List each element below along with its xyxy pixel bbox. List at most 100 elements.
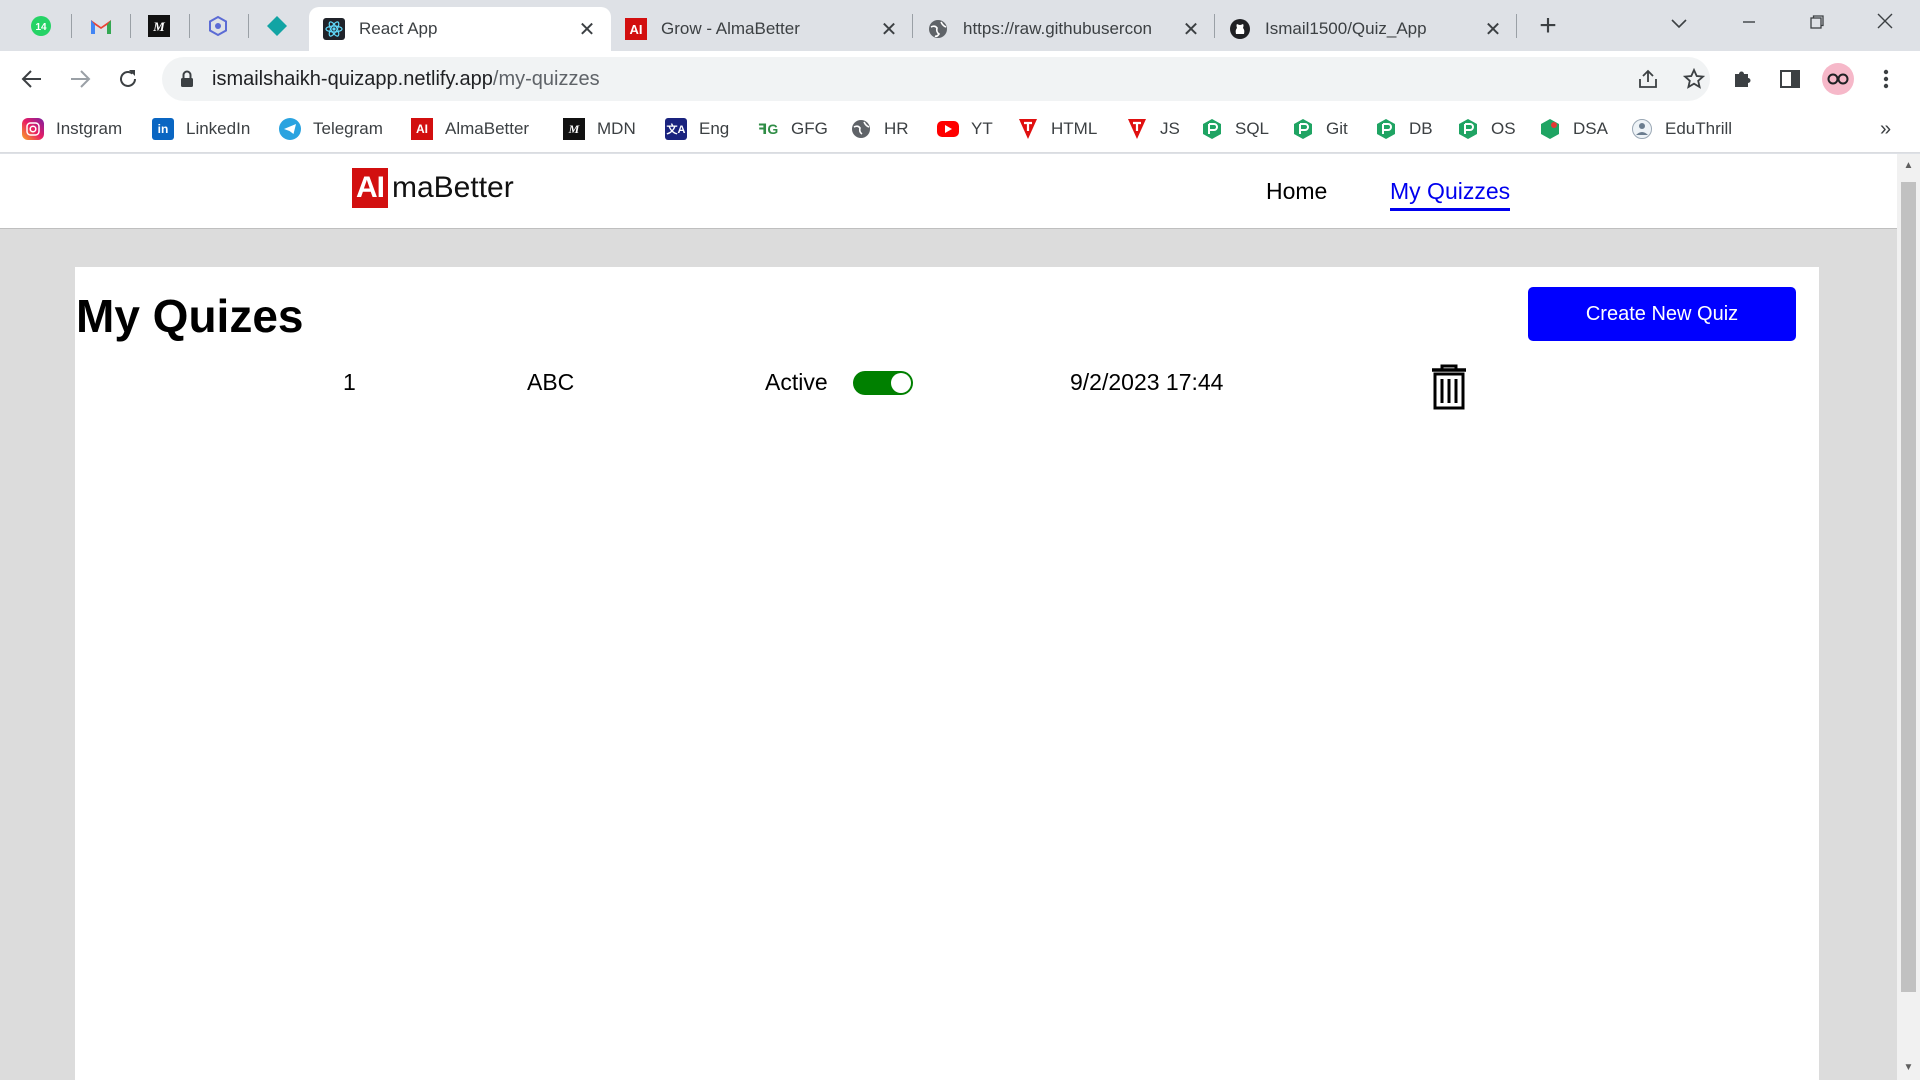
avatar [1822, 63, 1854, 95]
bookmark-mdn[interactable]: M MDN [563, 106, 636, 152]
scroll-up-arrow-icon[interactable]: ▲ [1897, 156, 1920, 176]
close-icon [1877, 13, 1893, 29]
chevron-down-icon [1671, 19, 1687, 29]
bookmark-label: HR [884, 119, 909, 138]
delete-quiz-button[interactable] [1429, 363, 1469, 411]
page-scrollbar[interactable]: ▲ ▼ [1897, 154, 1920, 1080]
tab-raw-github[interactable]: https://raw.githubusercon ✕ [913, 7, 1215, 51]
globe-icon [927, 18, 949, 40]
bookmark-instagram[interactable]: Instgram [22, 106, 122, 152]
bookmark-db[interactable]: DB [1375, 106, 1433, 152]
t-icon [1017, 118, 1039, 140]
bookmark-youtube[interactable]: YT [937, 106, 993, 152]
quiz-row: 1 ABC Active 9/2/2023 17:44 [75, 355, 1819, 415]
bookmark-html[interactable]: HTML [1017, 106, 1097, 152]
bookmarks-overflow-button[interactable]: » [1880, 106, 1891, 152]
bookmark-label: YT [971, 119, 993, 138]
svg-text:AI: AI [630, 22, 643, 37]
globe-icon [850, 118, 872, 140]
tab-react-app[interactable]: React App ✕ [309, 7, 611, 51]
react-devtools-icon [209, 15, 227, 37]
bookmark-label: DB [1409, 119, 1433, 138]
trash-icon [1432, 364, 1466, 410]
browser-toolbar: ismailshaikh-quizapp.netlify.app/my-quiz… [0, 51, 1920, 106]
bookmark-js[interactable]: JS [1126, 106, 1180, 152]
minimize-icon [1743, 21, 1755, 23]
bookmark-eduthrill[interactable]: EduThrill [1631, 106, 1732, 152]
pinned-tab-gmail[interactable] [74, 8, 128, 44]
bookmark-gfg[interactable]: ꟻG GFG [757, 106, 828, 152]
bookmark-hr[interactable]: HR [850, 106, 909, 152]
hex-icon [1292, 118, 1314, 140]
tab-search-button[interactable] [1654, 6, 1704, 40]
nav-my-quizzes-link[interactable]: My Quizzes [1390, 178, 1511, 211]
tab-almabetter[interactable]: AI Grow - AlmaBetter ✕ [611, 7, 913, 51]
browser-menu-button[interactable] [1868, 61, 1904, 97]
quiz-active-toggle[interactable] [853, 371, 913, 395]
bookmark-label: Telegram [313, 119, 383, 138]
lock-icon [181, 70, 193, 87]
side-panel-button[interactable] [1772, 61, 1808, 97]
telegram-icon [279, 118, 301, 140]
back-button[interactable] [14, 61, 50, 97]
bookmark-telegram[interactable]: Telegram [279, 106, 383, 152]
profile-button[interactable] [1820, 61, 1856, 97]
page-title: My Quizes [76, 290, 304, 342]
reload-icon [120, 70, 136, 87]
share-icon [1639, 69, 1657, 88]
app-header: AI maBetter Home My Quizzes [0, 154, 1897, 229]
bookmark-label: AlmaBetter [445, 119, 530, 138]
bookmark-linkedin[interactable]: in LinkedIn [152, 106, 250, 152]
bookmark-os[interactable]: OS [1457, 106, 1516, 152]
translate-icon: 文A [665, 118, 687, 140]
svg-text:14: 14 [35, 22, 47, 33]
bookmark-dsa[interactable]: DSA [1539, 106, 1608, 152]
tab-close-icon[interactable]: ✕ [879, 17, 899, 42]
almabetter-logo[interactable]: AI maBetter [352, 168, 514, 208]
tab-strip: 14 M React App ✕ AI Grow - AlmaBetter ✕ … [0, 0, 1920, 51]
diamond-icon [267, 16, 287, 36]
pinned-tab-medium[interactable]: M [132, 8, 186, 44]
leaf-icon [1539, 118, 1561, 140]
tab-close-icon[interactable]: ✕ [577, 17, 597, 42]
bookmark-star-button[interactable] [1676, 61, 1712, 97]
bookmark-label: JS [1160, 119, 1180, 138]
bookmark-label: LinkedIn [186, 119, 251, 138]
bookmark-eng[interactable]: 文A Eng [665, 106, 729, 152]
forward-button[interactable] [62, 61, 98, 97]
almabetter-icon: AI [411, 118, 433, 140]
extensions-button[interactable] [1724, 61, 1760, 97]
pinned-tab-devtools[interactable] [191, 8, 245, 44]
bookmark-git[interactable]: Git [1292, 106, 1348, 152]
quiz-title: ABC [527, 369, 575, 395]
close-window-button[interactable] [1860, 6, 1910, 40]
bookmark-almabetter[interactable]: AI AlmaBetter [411, 106, 529, 152]
pinned-tab-whatsapp[interactable]: 14 [14, 8, 68, 44]
hex-icon [1201, 118, 1223, 140]
new-tab-button[interactable]: + [1531, 10, 1565, 44]
tab-close-icon[interactable]: ✕ [1181, 17, 1201, 42]
pinned-tab-diamond[interactable] [250, 8, 304, 44]
hex-icon [1375, 118, 1397, 140]
url-text: ismailshaikh-quizapp.netlify.app/my-quiz… [212, 68, 600, 90]
tab-github-repo[interactable]: Ismail1500/Quiz_App ✕ [1215, 7, 1517, 51]
nav-home-link[interactable]: Home [1266, 178, 1327, 205]
t-icon [1126, 118, 1148, 140]
tab-close-icon[interactable]: ✕ [1483, 17, 1503, 42]
bookmark-sql[interactable]: SQL [1201, 106, 1269, 152]
restore-button[interactable] [1792, 6, 1842, 40]
bookmark-label: Instgram [56, 119, 123, 138]
scroll-down-arrow-icon[interactable]: ▼ [1897, 1058, 1920, 1078]
github-icon [1229, 18, 1251, 40]
share-button[interactable] [1630, 61, 1666, 97]
minimize-button[interactable] [1724, 6, 1774, 40]
scroll-thumb[interactable] [1901, 182, 1916, 992]
bookmark-label: DSA [1573, 119, 1608, 138]
create-new-quiz-button[interactable]: Create New Quiz [1528, 287, 1796, 341]
hex-icon [1457, 118, 1479, 140]
quiz-status: Active [765, 369, 828, 395]
gmail-icon [91, 20, 111, 34]
reload-button[interactable] [110, 61, 146, 97]
bookmark-label: GFG [791, 119, 828, 138]
address-bar[interactable]: ismailshaikh-quizapp.netlify.app/my-quiz… [162, 57, 1710, 101]
